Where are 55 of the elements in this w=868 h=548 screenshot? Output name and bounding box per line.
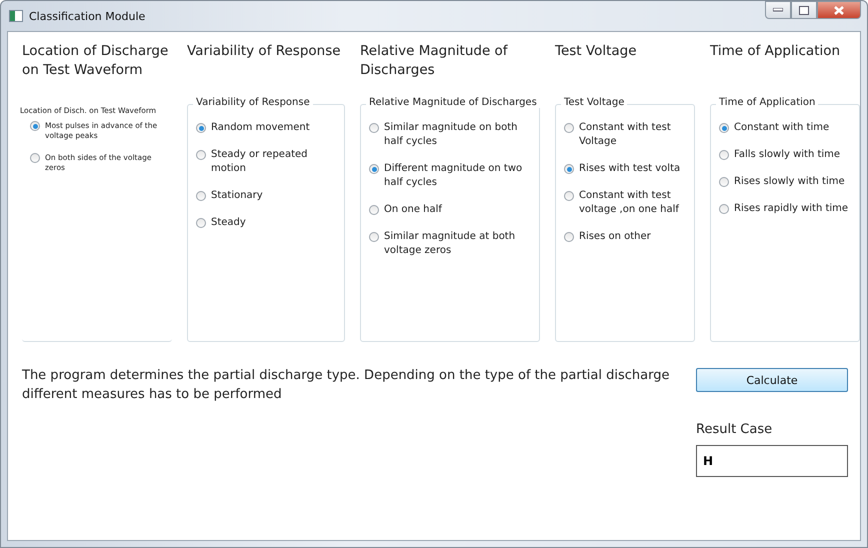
calculate-button[interactable]: Calculate <box>696 368 848 392</box>
radio-button[interactable] <box>369 232 379 242</box>
radio-label[interactable]: Steady or repeated motion <box>211 148 336 176</box>
window-title: Classification Module <box>29 10 146 22</box>
maximize-button[interactable] <box>791 1 817 19</box>
radio-label[interactable]: Rises with test volta <box>579 162 680 176</box>
radio-button[interactable] <box>196 191 206 201</box>
column-heading: Test Voltage <box>555 42 638 61</box>
radio-label[interactable]: Steady <box>211 216 246 230</box>
radio-button[interactable] <box>196 218 206 228</box>
radio-label[interactable]: Rises slowly with time <box>734 175 845 189</box>
radio-button[interactable] <box>369 164 379 174</box>
radio-button[interactable] <box>196 123 206 133</box>
app-icon <box>9 10 23 22</box>
radio-label[interactable]: Falls slowly with time <box>734 148 840 162</box>
group-legend: Relative Magnitude of Discharges <box>366 97 540 108</box>
radio-button[interactable] <box>719 123 729 133</box>
radio-button[interactable] <box>564 164 574 174</box>
radio-button[interactable] <box>369 205 379 215</box>
radio-label[interactable]: Random movement <box>211 121 310 135</box>
radio-label[interactable]: On one half <box>384 203 442 217</box>
column-heading: Time of Application <box>710 42 842 61</box>
radio-button[interactable] <box>30 153 40 163</box>
result-label: Result Case <box>696 422 774 437</box>
close-button[interactable] <box>817 1 861 19</box>
column-heading: Location of Discharge on Test Waveform <box>22 42 170 80</box>
radio-label[interactable]: Different magnitude on two half cycles <box>384 162 531 190</box>
radio-label[interactable]: Rises on other <box>579 230 651 244</box>
radio-button[interactable] <box>30 121 40 131</box>
radio-button[interactable] <box>564 191 574 201</box>
radio-button[interactable] <box>719 204 729 214</box>
maximize-icon <box>799 6 809 14</box>
radio-button[interactable] <box>719 177 729 187</box>
radio-button[interactable] <box>719 150 729 160</box>
radio-button[interactable] <box>196 150 206 160</box>
column-heading: Relative Magnitude of Discharges <box>360 42 509 80</box>
column-heading: Variability of Response <box>187 42 342 61</box>
radio-button[interactable] <box>564 232 574 242</box>
group-legend: Test Voltage <box>561 97 628 108</box>
result-field[interactable]: H <box>696 445 848 477</box>
group-legend: Time of Application <box>716 97 818 108</box>
radio-button[interactable] <box>564 123 574 133</box>
radio-label[interactable]: Similar magnitude on both half cycles <box>384 121 531 149</box>
description-text: The program determines the partial discharge type. Depending on the type of the partial discharge different measures has to be performed <box>22 367 670 404</box>
radio-label[interactable]: Constant with test Voltage <box>579 121 686 149</box>
minimize-button[interactable] <box>765 1 791 19</box>
radio-label[interactable]: Rises rapidly with time <box>734 202 848 216</box>
minimize-icon <box>773 8 783 12</box>
close-icon <box>834 6 844 14</box>
radio-label[interactable]: Similar magnitude at both voltage zeros <box>384 230 531 258</box>
radio-label[interactable]: Constant with test voltage ,on one half <box>579 189 686 217</box>
group-legend: Variability of Response <box>193 97 313 108</box>
radio-button[interactable] <box>369 123 379 133</box>
radio-label[interactable]: Constant with time <box>734 121 830 135</box>
radio-label[interactable]: Stationary <box>211 189 263 203</box>
